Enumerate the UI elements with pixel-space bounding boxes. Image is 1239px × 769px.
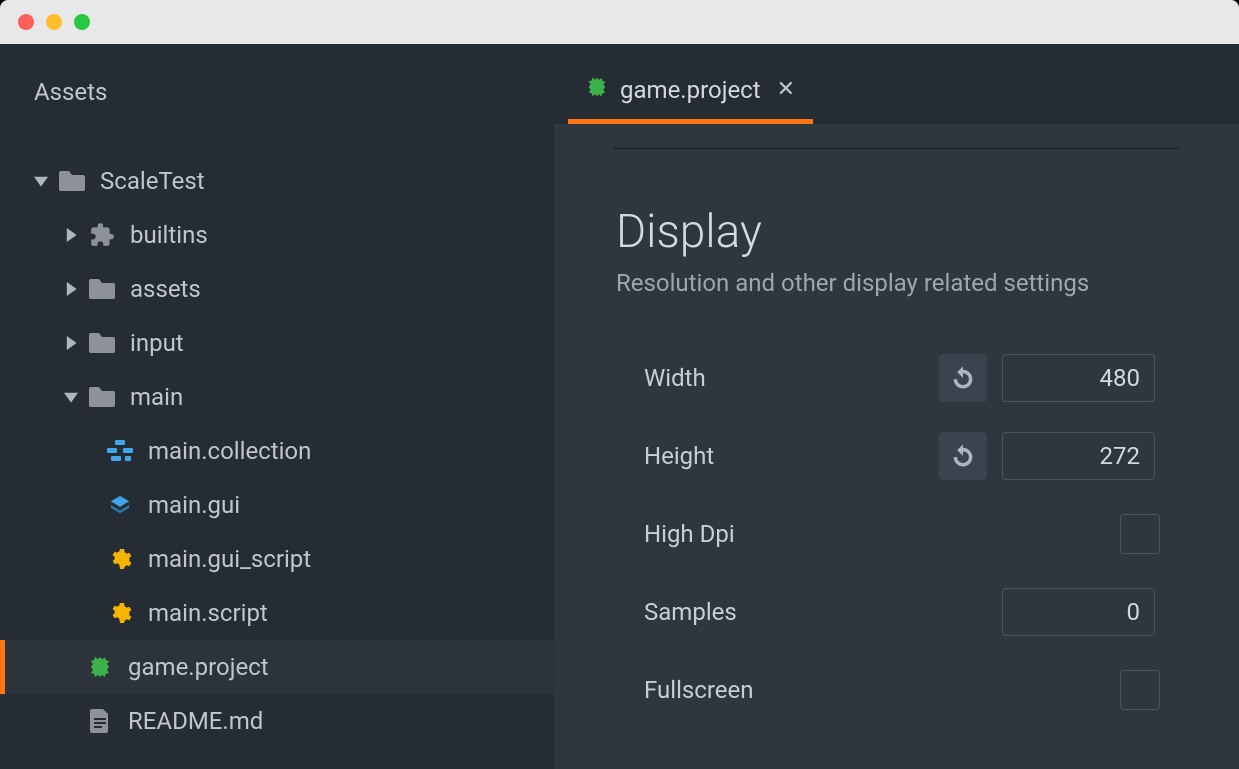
puzzle-icon bbox=[88, 222, 116, 248]
field-height: Height bbox=[616, 417, 1179, 495]
layers-icon bbox=[106, 494, 134, 516]
field-label: Width bbox=[616, 364, 934, 392]
gear-icon bbox=[106, 601, 134, 625]
samples-input[interactable] bbox=[1002, 588, 1155, 636]
project-icon bbox=[586, 76, 608, 104]
tree-item-label: main.script bbox=[148, 599, 268, 627]
tree-item-main[interactable]: main bbox=[0, 370, 554, 424]
tree-item-main-gui-script[interactable]: main.gui_script bbox=[0, 532, 554, 586]
reset-button[interactable] bbox=[939, 354, 987, 402]
assets-panel: Assets ScaleTest builtins bbox=[0, 44, 554, 769]
folder-icon bbox=[58, 171, 86, 191]
project-icon bbox=[86, 655, 114, 679]
tree-item-main-gui[interactable]: main.gui bbox=[0, 478, 554, 532]
tab-game-project[interactable]: game.project ✕ bbox=[568, 60, 813, 124]
close-icon[interactable]: ✕ bbox=[777, 77, 795, 102]
tree-item-label: assets bbox=[130, 275, 201, 303]
tree-item-label: builtins bbox=[130, 221, 208, 249]
chevron-down-icon bbox=[62, 390, 80, 404]
settings-content: Display Resolution and other display rel… bbox=[554, 149, 1239, 729]
gear-icon bbox=[106, 547, 134, 571]
tree-item-readme[interactable]: README.md bbox=[0, 694, 554, 748]
maximize-window-button[interactable] bbox=[74, 14, 90, 30]
tree-item-game-project[interactable]: game.project bbox=[0, 640, 554, 694]
tree-item-label: main.gui bbox=[148, 491, 240, 519]
height-input[interactable] bbox=[1002, 432, 1155, 480]
width-input[interactable] bbox=[1002, 354, 1155, 402]
field-label: Samples bbox=[616, 598, 934, 626]
document-icon bbox=[86, 709, 114, 733]
close-window-button[interactable] bbox=[18, 14, 34, 30]
tab-bar: game.project ✕ bbox=[554, 44, 1239, 124]
tree-item-main-script[interactable]: main.script bbox=[0, 586, 554, 640]
tree-item-label: main.collection bbox=[148, 437, 311, 465]
tree-item-label: input bbox=[130, 329, 184, 357]
chevron-down-icon bbox=[32, 174, 50, 188]
tree-item-label: ScaleTest bbox=[100, 167, 205, 195]
chevron-right-icon bbox=[62, 282, 80, 296]
section-title: Display bbox=[616, 205, 1179, 259]
tree-item-label: game.project bbox=[128, 653, 269, 681]
field-label: Fullscreen bbox=[616, 676, 934, 704]
tree-item-main-collection[interactable]: main.collection bbox=[0, 424, 554, 478]
asset-tree: ScaleTest builtins asset bbox=[0, 124, 554, 748]
folder-icon bbox=[88, 333, 116, 353]
field-label: Height bbox=[616, 442, 934, 470]
field-highdpi: High Dpi bbox=[616, 495, 1179, 573]
reset-button[interactable] bbox=[939, 432, 987, 480]
tree-item-label: main.gui_script bbox=[148, 545, 311, 573]
section-subtitle: Resolution and other display related set… bbox=[616, 269, 1179, 297]
chevron-right-icon bbox=[62, 336, 80, 350]
chevron-right-icon bbox=[62, 228, 80, 242]
tree-item-label: main bbox=[130, 383, 183, 411]
folder-icon bbox=[88, 279, 116, 299]
assets-panel-title: Assets bbox=[0, 44, 554, 124]
field-label: High Dpi bbox=[616, 520, 934, 548]
tree-item-builtins[interactable]: builtins bbox=[0, 208, 554, 262]
fullscreen-checkbox[interactable] bbox=[1120, 670, 1160, 710]
field-fullscreen: Fullscreen bbox=[616, 651, 1179, 729]
field-width: Width bbox=[616, 339, 1179, 417]
field-samples: Samples bbox=[616, 573, 1179, 651]
folder-icon bbox=[88, 387, 116, 407]
tree-item-assets[interactable]: assets bbox=[0, 262, 554, 316]
tree-item-root[interactable]: ScaleTest bbox=[0, 154, 554, 208]
collection-icon bbox=[106, 440, 134, 462]
editor-pane: game.project ✕ Display Resolution and ot… bbox=[554, 44, 1239, 769]
highdpi-checkbox[interactable] bbox=[1120, 514, 1160, 554]
tab-label: game.project bbox=[620, 76, 761, 104]
minimize-window-button[interactable] bbox=[46, 14, 62, 30]
tree-item-input[interactable]: input bbox=[0, 316, 554, 370]
tree-item-label: README.md bbox=[128, 707, 263, 735]
window-title-bar bbox=[0, 0, 1239, 44]
